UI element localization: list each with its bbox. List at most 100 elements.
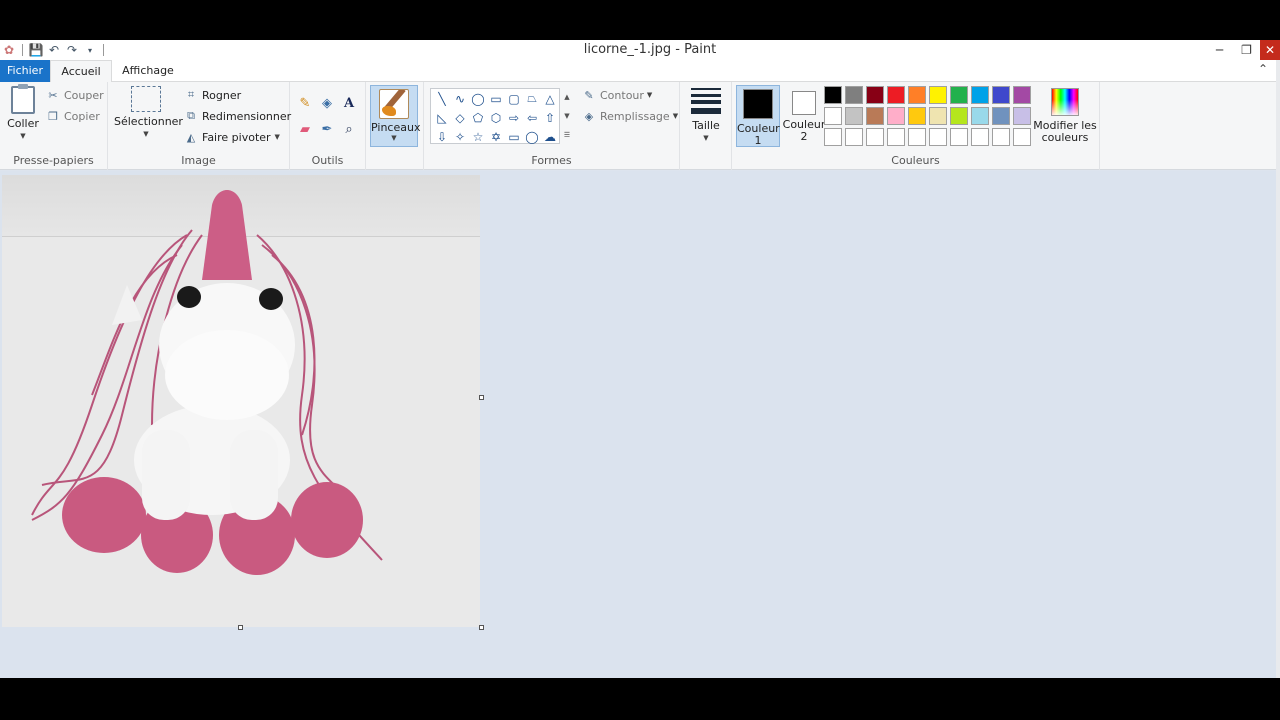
palette-swatch[interactable]	[929, 86, 947, 104]
shapes-gallery: ╲ ∿ ◯ ▭ ▢ ⏢ △ ◺ ◇ ⬠ ⬡ ⇨ ⇦ ⇧ ⇩ ✧ ☆ ✡ ▭ ◯ …	[430, 88, 560, 144]
diamond-shape-icon[interactable]: ◇	[451, 108, 469, 127]
shapes-scrollbar[interactable]: ▲ ▼ ☰	[561, 88, 573, 144]
color1-button[interactable]: Couleur 1	[736, 85, 780, 147]
shapes-expand-icon[interactable]: ☰	[564, 131, 570, 139]
palette-swatch[interactable]	[824, 128, 842, 146]
resize-button[interactable]: ⧉ Redimensionner	[184, 107, 291, 125]
ribbon-tabs: Fichier Accueil Affichage ⌃	[0, 60, 1280, 83]
magnifier-icon[interactable]: ⌕	[340, 120, 358, 138]
restore-button[interactable]: ❐	[1233, 40, 1260, 60]
text-icon[interactable]: A	[340, 94, 358, 112]
shapes-scroll-down-icon[interactable]: ▼	[564, 112, 569, 120]
down-arrow-shape-icon[interactable]: ⇩	[433, 127, 451, 146]
fill-bucket-icon[interactable]: ◈	[318, 94, 336, 112]
palette-swatch[interactable]	[908, 86, 926, 104]
fill-button[interactable]: ◈ Remplissage ▼	[582, 107, 678, 125]
shapes-scroll-up-icon[interactable]: ▲	[564, 93, 569, 101]
color1-label: Couleur 1	[737, 122, 780, 147]
oval-callout-shape-icon[interactable]: ◯	[523, 127, 541, 146]
palette-swatch[interactable]	[929, 107, 947, 125]
palette-swatch[interactable]	[992, 128, 1010, 146]
palette-swatch[interactable]	[950, 86, 968, 104]
paste-button[interactable]: Coller ▼	[6, 84, 40, 142]
canvas-resize-handle-right[interactable]	[479, 395, 484, 400]
hexagon-shape-icon[interactable]: ⬡	[487, 108, 505, 127]
palette-swatch[interactable]	[929, 128, 947, 146]
palette-swatch[interactable]	[887, 107, 905, 125]
copy-button[interactable]: ❐ Copier	[46, 107, 100, 125]
pencil-icon[interactable]: ✎	[296, 94, 314, 112]
left-arrow-shape-icon[interactable]: ⇦	[523, 108, 541, 127]
eraser-icon[interactable]: ▰	[296, 120, 314, 138]
right-triangle-shape-icon[interactable]: ◺	[433, 108, 451, 127]
palette-swatch[interactable]	[971, 86, 989, 104]
size-dropdown-icon: ▼	[703, 134, 709, 142]
minimize-button[interactable]: ─	[1206, 40, 1233, 60]
rounded-callout-shape-icon[interactable]: ▭	[505, 127, 523, 146]
select-button[interactable]: Sélectionner ▼	[114, 86, 183, 140]
palette-swatch[interactable]	[992, 86, 1010, 104]
palette-swatch[interactable]	[992, 107, 1010, 125]
cloud-callout-shape-icon[interactable]: ☁	[541, 127, 559, 146]
palette-swatch[interactable]	[866, 86, 884, 104]
tab-file[interactable]: Fichier	[0, 60, 50, 82]
palette-swatch[interactable]	[971, 107, 989, 125]
palette-swatch[interactable]	[887, 128, 905, 146]
palette-swatch[interactable]	[1013, 128, 1031, 146]
window-title: licorne_-1.jpg - Paint	[583, 42, 717, 57]
palette-swatch[interactable]	[971, 128, 989, 146]
rotate-button[interactable]: ◭ Faire pivoter ▼	[184, 128, 280, 146]
cut-button[interactable]: ✂ Couper	[46, 86, 103, 104]
resize-icon: ⧉	[187, 109, 195, 122]
ribbon-collapse-icon[interactable]: ⌃	[1258, 62, 1268, 76]
line-shape-icon[interactable]: ╲	[433, 89, 451, 108]
color-picker-icon[interactable]: ✒	[318, 120, 336, 138]
copy-icon: ❐	[48, 109, 58, 123]
tab-home[interactable]: Accueil	[50, 60, 112, 83]
tab-view[interactable]: Affichage	[116, 60, 180, 82]
palette-swatch[interactable]	[824, 107, 842, 125]
up-arrow-shape-icon[interactable]: ⇧	[541, 108, 559, 127]
palette-swatch[interactable]	[950, 128, 968, 146]
brushes-button[interactable]: Pinceaux ▼	[370, 85, 420, 147]
polygon-shape-icon[interactable]: ⏢	[523, 89, 541, 108]
canvas-area	[0, 171, 1276, 678]
palette-swatch[interactable]	[950, 107, 968, 125]
six-point-star-shape-icon[interactable]: ✡	[487, 127, 505, 146]
palette-swatch[interactable]	[887, 86, 905, 104]
color-palette	[824, 86, 1034, 149]
palette-swatch[interactable]	[866, 107, 884, 125]
canvas-resize-handle-bottom[interactable]	[238, 625, 243, 630]
edit-colors-button[interactable]: Modifier les couleurs	[1030, 86, 1100, 144]
curve-shape-icon[interactable]: ∿	[451, 89, 469, 108]
outline-dropdown-icon: ▼	[646, 91, 653, 99]
pentagon-shape-icon[interactable]: ⬠	[469, 108, 487, 127]
palette-swatch[interactable]	[845, 86, 863, 104]
palette-swatch[interactable]	[1013, 86, 1031, 104]
five-point-star-shape-icon[interactable]: ☆	[469, 127, 487, 146]
palette-swatch[interactable]	[908, 128, 926, 146]
palette-swatch[interactable]	[908, 107, 926, 125]
size-button[interactable]: Taille ▼	[686, 86, 726, 144]
color2-button[interactable]: Couleur 2	[782, 85, 826, 147]
triangle-shape-icon[interactable]: △	[541, 89, 559, 108]
select-dropdown-icon: ▼	[143, 130, 149, 138]
palette-swatch[interactable]	[845, 128, 863, 146]
rounded-rectangle-shape-icon[interactable]: ▢	[505, 89, 523, 108]
canvas-resize-handle-corner[interactable]	[479, 625, 484, 630]
oval-shape-icon[interactable]: ◯	[469, 89, 487, 108]
palette-swatch[interactable]	[845, 107, 863, 125]
four-point-star-shape-icon[interactable]: ✧	[451, 127, 469, 146]
vertical-scrollbar[interactable]	[1276, 60, 1280, 678]
right-arrow-shape-icon[interactable]: ⇨	[505, 108, 523, 127]
palette-swatch[interactable]	[866, 128, 884, 146]
outline-button[interactable]: ✎ Contour ▼	[582, 86, 652, 104]
close-button[interactable]: ✕	[1260, 40, 1280, 60]
palette-swatch[interactable]	[1013, 107, 1031, 125]
palette-swatch[interactable]	[824, 86, 842, 104]
image-canvas[interactable]	[2, 175, 480, 627]
rotate-label: Faire pivoter	[202, 130, 271, 144]
crop-button[interactable]: ⌗ Rogner	[184, 86, 241, 104]
size-group: Taille ▼	[680, 82, 732, 170]
rectangle-shape-icon[interactable]: ▭	[487, 89, 505, 108]
